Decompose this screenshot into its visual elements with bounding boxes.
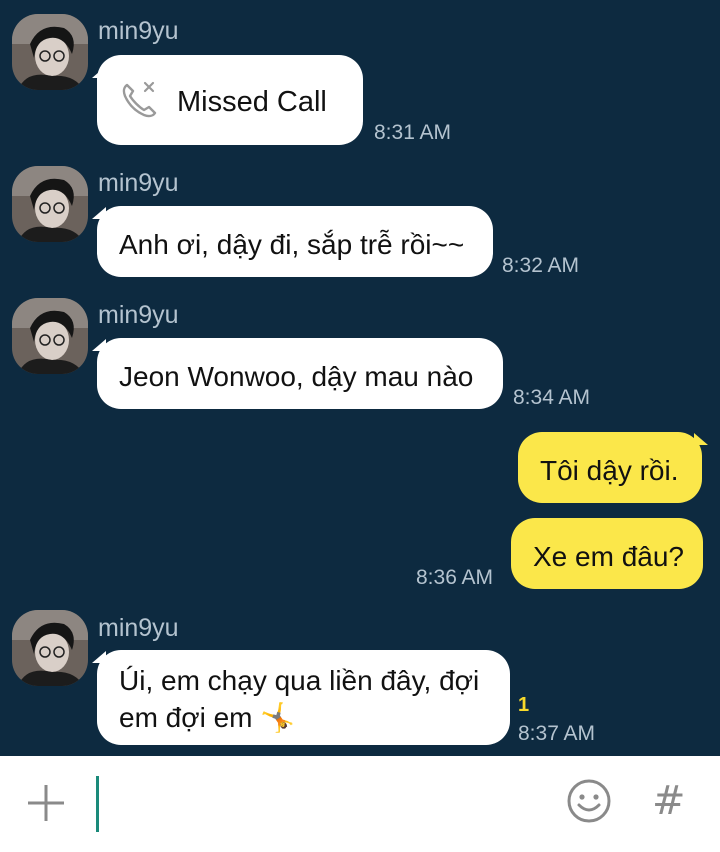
sender-avatar[interactable] (12, 610, 88, 686)
avatar-image (12, 298, 88, 374)
message-time: 8:32 AM (502, 254, 580, 277)
bubble-tail (694, 433, 708, 445)
missed-call-icon (119, 79, 159, 128)
message-bubble[interactable]: Jeon Wonwoo, dậy mau nào (97, 338, 503, 409)
message-time: 8:37 AM (518, 722, 596, 745)
message-time: 8:31 AM (374, 121, 452, 144)
chat-area[interactable]: min9yu Missed Call 8:31 AM min9yu Anh ơi… (0, 0, 720, 756)
message-text: em đợi em (119, 702, 253, 733)
plus-icon[interactable] (26, 783, 66, 823)
message-input[interactable] (104, 780, 548, 830)
message-text: Anh ơi, dậy đi, sắp trễ rồi~~ (119, 229, 465, 260)
avatar-image (12, 166, 88, 242)
sender-avatar[interactable] (12, 166, 88, 242)
sender-avatar[interactable] (12, 298, 88, 374)
message-time: 8:34 AM (513, 386, 591, 409)
hash-icon[interactable]: # (652, 778, 686, 824)
outgoing-message-bubble[interactable]: Tôi dậy rồi. (518, 432, 702, 503)
missed-call-bubble[interactable]: Missed Call (97, 55, 363, 145)
message-text: Tôi dậy rồi. (540, 455, 679, 486)
outgoing-message-bubble[interactable]: Xe em đâu? (511, 518, 703, 589)
message-text: Xe em đâu? (533, 541, 684, 572)
sender-name: min9yu (98, 614, 179, 642)
avatar-image (12, 610, 88, 686)
unread-count: 1 (518, 694, 530, 716)
sender-name: min9yu (98, 17, 179, 45)
message-bubble[interactable]: Úi, em chạy qua liền đây, đợi em đợi em … (97, 650, 510, 745)
message-time: 8:36 AM (416, 566, 494, 589)
sender-name: min9yu (98, 169, 179, 197)
message-text-line: Úi, em chạy qua liền đây, đợi (119, 665, 480, 696)
cartwheel-emoji: 🤸 (260, 701, 296, 734)
message-input-bar: # (0, 756, 720, 852)
sender-name: min9yu (98, 301, 179, 329)
missed-call-label: Missed Call (177, 86, 327, 118)
sender-avatar[interactable] (12, 14, 88, 90)
smiley-icon[interactable] (566, 778, 612, 829)
avatar-image (12, 14, 88, 90)
message-text: Jeon Wonwoo, dậy mau nào (119, 361, 474, 392)
message-bubble[interactable]: Anh ơi, dậy đi, sắp trễ rồi~~ (97, 206, 493, 277)
text-cursor (96, 776, 99, 832)
message-text-line: em đợi em 🤸 (119, 699, 510, 736)
